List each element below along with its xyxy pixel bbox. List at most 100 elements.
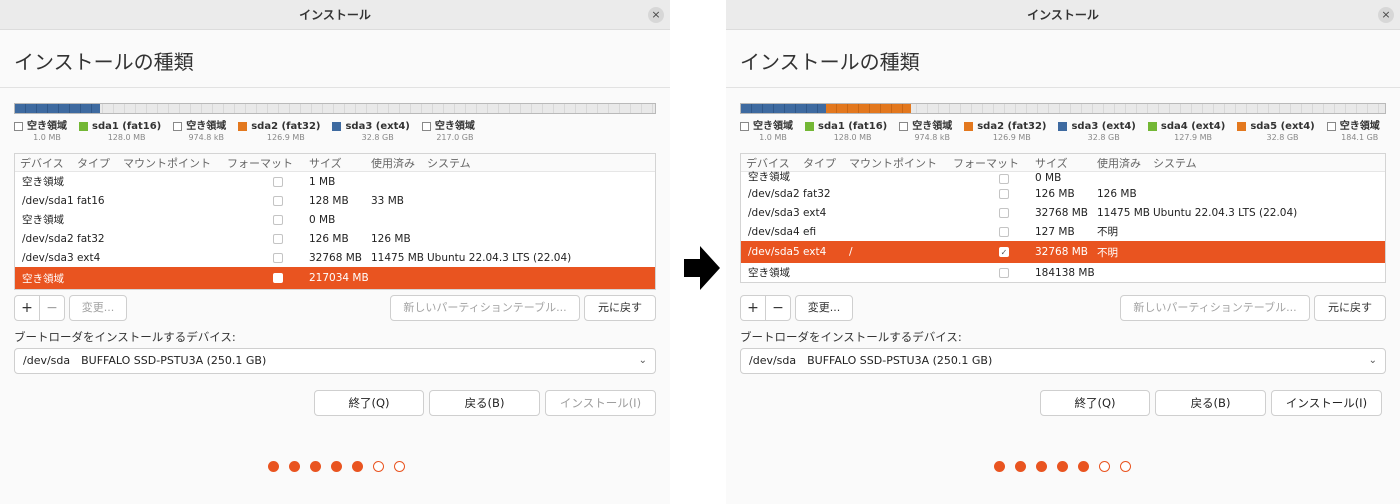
table-row[interactable]: /dev/sda2 fat32 126 MB 126 MB <box>15 229 655 248</box>
partition-bar-sda3 <box>741 104 826 113</box>
legend-item: sda5 (ext4) 32.8 GB <box>1237 120 1315 143</box>
table-row[interactable]: /dev/sda5 ext4 / ✓ 32768 MB 不明 <box>741 241 1385 263</box>
format-checkbox[interactable] <box>999 207 1009 218</box>
format-checkbox[interactable]: ✓ <box>999 247 1009 257</box>
partition-legend: 空き領域 1.0 MB sda1 (fat16) 128.0 MB 空き領域 974.8 … <box>14 120 660 143</box>
format-checkbox[interactable] <box>999 174 1009 184</box>
cell-type: ext4 <box>77 251 101 264</box>
title-bar: インストール × <box>0 0 670 30</box>
remove-partition-button[interactable]: − <box>765 295 791 321</box>
cell-format <box>979 207 1029 218</box>
legend-name: sda3 (ext4) <box>345 121 410 132</box>
cell-device: /dev/sda3 <box>22 251 74 264</box>
partition-bar-sda5 <box>826 104 911 113</box>
legend-name: 空き領域 <box>434 121 475 132</box>
legend-swatch <box>332 122 342 131</box>
column-mount: マウントポイント <box>123 156 211 170</box>
column-used: 使用済み <box>371 156 415 170</box>
cell-mount: / <box>849 246 853 258</box>
legend-size: 974.8 kB <box>188 133 225 142</box>
format-checkbox[interactable] <box>273 176 283 187</box>
close-icon[interactable]: × <box>1378 7 1394 23</box>
progress-dot-complete <box>331 461 342 472</box>
legend-item: sda1 (fat16) 128.0 MB <box>805 120 887 143</box>
format-checkbox[interactable] <box>273 273 283 283</box>
bootloader-device-value: /dev/sda BUFFALO SSD-PSTU3A (250.1 GB) <box>23 354 267 367</box>
revert-button[interactable]: 元に戻す <box>1314 295 1386 321</box>
change-partition-button[interactable]: 変更... <box>69 295 127 321</box>
back-button[interactable]: 戻る(B) <box>1155 390 1266 416</box>
table-row[interactable]: /dev/sda1 fat16 128 MB 33 MB <box>15 191 655 210</box>
table-row[interactable]: 空き領域 1 MB <box>15 172 655 191</box>
legend-size: 1.0 MB <box>33 133 61 142</box>
table-row[interactable]: 空き領域 0 MB <box>15 210 655 229</box>
bootloader-device-select[interactable]: /dev/sda BUFFALO SSD-PSTU3A (250.1 GB) ⌄ <box>14 348 656 374</box>
add-partition-button[interactable]: + <box>14 295 40 321</box>
cell-used: 33 MB <box>371 194 404 207</box>
legend-text: 空き領域 217.0 GB <box>435 120 475 143</box>
legend-text: sda1 (fat16) 128.0 MB <box>92 120 161 143</box>
new-partition-table-button[interactable]: 新しいパーティションテーブル... <box>1120 295 1310 321</box>
add-partition-button[interactable]: + <box>740 295 766 321</box>
install-button[interactable]: インストール(I) <box>1271 390 1382 416</box>
cell-device: /dev/sda2 <box>748 187 800 200</box>
legend-size: 128.0 MB <box>107 133 146 142</box>
progress-dot-complete <box>994 461 1005 472</box>
table-row[interactable]: 空き領域 0 MB <box>741 171 1385 184</box>
table-body: 空き領域 0 MB/dev/sda2 fat32 126 MB 126 MB/dev/s… <box>741 171 1385 282</box>
legend-size: 217.0 GB <box>436 133 474 142</box>
cell-format <box>979 267 1029 278</box>
chevron-down-icon: ⌄ <box>638 355 647 366</box>
table-row[interactable]: /dev/sda2 fat32 126 MB 126 MB <box>741 184 1385 203</box>
legend-size: 974.8 kB <box>914 133 951 142</box>
close-icon[interactable]: × <box>648 7 664 23</box>
legend-name: 空き領域 <box>753 121 793 132</box>
column-format: フォーマット <box>227 156 293 170</box>
format-checkbox[interactable] <box>273 252 283 263</box>
table-row[interactable]: /dev/sda3 ext4 32768 MB 11475 MB Ubuntu 22.0… <box>15 248 655 267</box>
cell-used: 11475 MB <box>371 251 425 264</box>
bootloader-device-value: /dev/sda BUFFALO SSD-PSTU3A (250.1 GB) <box>749 354 993 367</box>
column-type: タイプ <box>77 156 110 170</box>
installer-window-before: インストール × インストールの種類 空き領域 1.0 MB sda1 (fat16… <box>0 0 670 504</box>
format-checkbox[interactable] <box>999 188 1009 199</box>
partition-bar <box>740 103 1386 114</box>
table-row[interactable]: 空き領域 217034 MB <box>15 267 655 289</box>
partition-bar <box>14 103 656 114</box>
legend-size: 127.9 MB <box>1174 133 1213 142</box>
cell-type: fat16 <box>77 194 105 207</box>
legend-item: 空き領域 974.8 kB <box>899 120 952 143</box>
format-checkbox[interactable] <box>273 214 283 225</box>
legend-name: 空き領域 <box>1339 121 1380 132</box>
revert-button[interactable]: 元に戻す <box>584 295 656 321</box>
legend-size: 32.8 GB <box>361 133 394 142</box>
format-checkbox[interactable] <box>273 233 283 244</box>
legend-name: sda2 (fat32) <box>251 121 321 132</box>
new-partition-table-button[interactable]: 新しいパーティションテーブル... <box>390 295 580 321</box>
progress-dot-pending <box>394 461 405 472</box>
cell-device: 空き領域 <box>748 267 790 279</box>
table-row[interactable]: /dev/sda4 efi 127 MB 不明 <box>741 222 1385 241</box>
quit-button[interactable]: 終了(Q) <box>1040 390 1150 416</box>
progress-dot-complete <box>352 461 363 472</box>
back-button[interactable]: 戻る(B) <box>429 390 540 416</box>
legend-swatch <box>1237 122 1247 131</box>
legend-text: 空き領域 974.8 kB <box>912 120 952 143</box>
format-checkbox[interactable] <box>999 267 1009 278</box>
quit-button[interactable]: 終了(Q) <box>314 390 424 416</box>
legend-item: sda3 (ext4) 32.8 GB <box>1058 120 1136 143</box>
change-partition-button[interactable]: 変更... <box>795 295 853 321</box>
format-checkbox[interactable] <box>999 226 1009 237</box>
table-row[interactable]: 空き領域 184138 MB <box>741 263 1385 282</box>
table-row[interactable]: /dev/sda3 ext4 32768 MB 11475 MB Ubuntu 22.0… <box>741 203 1385 222</box>
install-button[interactable]: インストール(I) <box>545 390 656 416</box>
window-title: インストール <box>299 8 371 22</box>
format-checkbox[interactable] <box>273 195 283 206</box>
cell-device: /dev/sda5 <box>748 246 800 258</box>
bootloader-device-select[interactable]: /dev/sda BUFFALO SSD-PSTU3A (250.1 GB) ⌄ <box>740 348 1386 374</box>
remove-partition-button[interactable]: − <box>39 295 65 321</box>
legend-name: sda5 (ext4) <box>1250 121 1315 132</box>
legend-item: 空き領域 1.0 MB <box>14 120 67 143</box>
legend-text: sda2 (fat32) 126.9 MB <box>977 120 1046 143</box>
table-header: デバイス タイプ マウントポイント フォーマット サイズ 使用済み システム <box>15 154 655 172</box>
